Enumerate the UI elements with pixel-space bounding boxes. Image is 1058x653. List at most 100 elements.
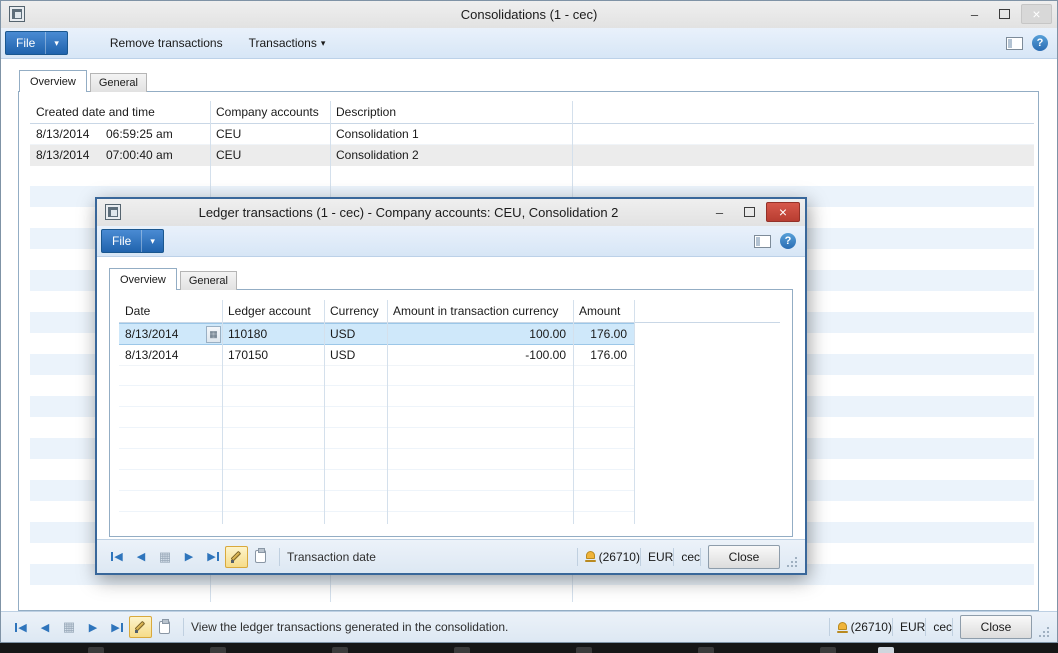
close-window-button[interactable]: × [1021,4,1052,24]
close-button[interactable]: Close [708,545,780,569]
statusbar-separator [640,548,641,566]
taskbar-icon [88,647,104,653]
previous-record-button[interactable]: ◀ [33,617,57,637]
taskbar-icon [698,647,714,653]
attachments-button[interactable] [152,616,176,638]
main-window-title: Consolidations (1 - cec) [111,1,947,28]
edit-mode-button[interactable] [129,616,152,638]
currency-indicator[interactable]: EUR [648,550,673,564]
cell-ledger-account: 170150 [222,345,324,365]
child-statusbar: ◀ ◀ ▦ ▶ ▶ Transaction date (26710) EUR c… [97,539,805,573]
help-icon[interactable]: ? [780,233,796,249]
notifications-count[interactable]: (26710) [599,550,640,564]
last-record-button[interactable]: ▶ [105,617,129,637]
resize-grip[interactable] [1038,626,1049,637]
main-statusbar: ◀ ◀ ▦ ▶ ▶ View the ledger transactions g… [1,611,1057,642]
app-icon[interactable] [9,6,25,22]
minimize-button[interactable]: – [706,202,733,222]
tab-overview[interactable]: Overview [109,268,177,290]
taskbar-icon [820,647,836,653]
column-header-company[interactable]: Company accounts [210,101,330,123]
taskbar-strip [0,643,1058,653]
first-record-button[interactable]: ◀ [105,547,129,567]
column-header-ledger-account[interactable]: Ledger account [222,300,324,322]
cell-amount: 176.00 [573,345,634,365]
tab-general[interactable]: General [180,271,237,290]
column-header-amount-tx[interactable]: Amount in transaction currency [387,300,573,322]
column-header-empty [572,101,1034,123]
notifications-count[interactable]: (26710) [851,620,892,634]
next-record-button[interactable]: ▶ [177,547,201,567]
ledger-transactions-grid: Date Ledger account Currency Amount in t… [119,300,780,524]
child-window-title: Ledger transactions (1 - cec) - Company … [137,199,680,226]
window-layout-icon[interactable] [754,235,771,248]
notifications-bell-icon[interactable] [585,551,597,562]
grid-view-button[interactable]: ▦ [153,547,177,567]
first-record-button[interactable]: ◀ [9,617,33,637]
tab-general[interactable]: General [90,73,147,92]
resize-grip[interactable] [786,556,797,567]
table-row[interactable]: 8/13/201406:59:25 am CEU Consolidation 1 [30,124,1034,145]
statusbar-separator [925,618,926,636]
child-window-controls: – × [706,202,800,222]
maximize-button[interactable] [736,202,763,222]
table-row-selected[interactable]: 8/13/201407:00:40 am CEU Consolidation 2 [30,145,1034,166]
cell-amount: 176.00 [573,324,634,344]
last-record-button[interactable]: ▶ [201,547,225,567]
cell-description: Consolidation 1 [330,124,572,144]
statusbar-separator [952,618,953,636]
column-header-amount[interactable]: Amount [573,300,634,322]
statusbar-separator [279,548,280,566]
table-row[interactable]: 8/13/2014 170150 USD -100.00 176.00 [119,345,635,366]
table-row-selected[interactable]: 8/13/2014 ▦ 110180 USD 100.00 176.00 [119,323,635,345]
cell-company: CEU [210,124,330,144]
edit-mode-button[interactable] [225,546,248,568]
close-window-button[interactable]: × [766,202,800,222]
previous-record-button[interactable]: ◀ [129,547,153,567]
column-header-empty [634,300,780,322]
app-icon[interactable] [105,204,121,220]
next-record-button[interactable]: ▶ [81,617,105,637]
column-header-created[interactable]: Created date and time [30,101,210,123]
window-layout-icon[interactable] [1006,37,1023,50]
column-header-currency[interactable]: Currency [324,300,387,322]
main-titlebar[interactable]: Consolidations (1 - cec) – × [1,1,1057,28]
notifications-bell-icon[interactable] [837,622,849,633]
currency-indicator[interactable]: EUR [900,620,925,634]
taskbar-icon [878,647,894,653]
grid-header-row: Date Ledger account Currency Amount in t… [119,300,780,323]
company-indicator[interactable]: cec [681,550,700,564]
file-menu-button[interactable]: File ▾ [5,31,68,55]
column-header-description[interactable]: Description [330,101,572,123]
statusbar-right: (26710) EUR cec Close [829,615,1049,639]
maximize-button[interactable] [991,4,1018,24]
menu-item-remove-transactions[interactable]: Remove transactions [110,36,223,50]
taskbar-icon [210,647,226,653]
statusbar-separator [673,548,674,566]
file-menu-button[interactable]: File ▾ [101,229,164,253]
menu-item-transactions[interactable]: Transactions ▾ [249,36,326,50]
file-menu-label: File [102,234,141,248]
taskbar-icon [576,647,592,653]
column-header-date[interactable]: Date [119,300,222,322]
tab-overview[interactable]: Overview [19,70,87,92]
close-button[interactable]: Close [960,615,1032,639]
menubar-right-tools: ? [754,233,796,249]
date-picker-icon[interactable]: ▦ [206,326,221,343]
grid-view-button[interactable]: ▦ [57,617,81,637]
child-titlebar[interactable]: Ledger transactions (1 - cec) - Company … [97,199,805,226]
minimize-button[interactable]: – [961,4,988,24]
statusbar-right: (26710) EUR cec Close [577,545,797,569]
file-menu-label: File [6,36,45,50]
grid-header-row: Created date and time Company accounts D… [30,101,1034,124]
column-separator [222,300,223,524]
main-menubar: File ▾ Remove transactions Transactions … [1,28,1057,59]
help-icon[interactable]: ? [1032,35,1048,51]
clipboard-icon [159,621,170,634]
column-separator [634,300,635,524]
attachments-button[interactable] [248,546,272,568]
company-indicator[interactable]: cec [933,620,952,634]
status-hint-text: View the ledger transactions generated i… [191,620,508,634]
column-separator [387,300,388,524]
cell-date: 8/13/2014 [119,345,222,365]
